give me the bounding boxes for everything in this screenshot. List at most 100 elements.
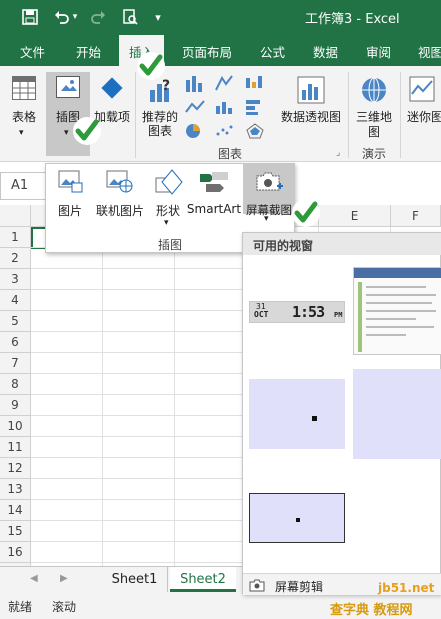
screenshot-dropdown-icon[interactable]: ▾ [264, 214, 269, 224]
window-thumbnail-blank-3[interactable] [249, 493, 345, 543]
window-thumbnail-blank-2[interactable] [353, 369, 441, 459]
table-icon [12, 76, 36, 100]
row-header[interactable]: 15 [0, 521, 31, 542]
name-box[interactable]: A1 [0, 172, 48, 200]
tab-home[interactable]: 开始 [76, 42, 101, 61]
pie-chart-icon[interactable] [184, 122, 206, 140]
pictures-button[interactable]: 图片 [52, 164, 88, 226]
undo-icon[interactable] [52, 7, 72, 27]
tab-page-layout[interactable]: 页面布局 [182, 42, 232, 61]
illustrations-icon [56, 76, 80, 98]
screenshot-button[interactable]: 屏幕截图 [243, 164, 295, 217]
shapes-label: 形状 [155, 204, 180, 218]
status-scroll: 滚动 [52, 600, 77, 614]
window-thumbnail-blank-1[interactable] [249, 379, 345, 449]
group-label-tours: 演示 [362, 147, 387, 161]
clock-date-bottom: OCT [254, 310, 269, 319]
line-chart-icon[interactable] [184, 98, 206, 116]
waterfall-chart-icon[interactable] [244, 74, 266, 92]
window-title: 工作簿3 - Excel [305, 12, 400, 27]
bar-chart-icon[interactable] [244, 98, 266, 116]
table-button[interactable]: 表格 ▾ [6, 72, 42, 142]
sheet-tab-1[interactable]: Sheet1 [102, 567, 168, 592]
shapes-dropdown-icon: ▾ [164, 218, 169, 228]
row-header[interactable]: 14 [0, 500, 31, 521]
globe-icon [360, 76, 388, 104]
watermark-site: jb51.net [378, 581, 435, 595]
print-preview-icon[interactable] [120, 7, 140, 27]
pivot-chart-button[interactable]: 数据透视图 [280, 72, 342, 142]
row-header[interactable]: 5 [0, 311, 31, 332]
tab-file[interactable]: 文件 [20, 42, 45, 61]
undo-dropdown-icon[interactable]: ▾ [70, 7, 80, 27]
row-header[interactable]: 2 [0, 248, 31, 269]
row-header[interactable]: 8 [0, 374, 31, 395]
qat-more-icon[interactable]: ▾ [148, 7, 168, 27]
statistic-chart-icon[interactable] [214, 98, 236, 116]
row-header[interactable]: 11 [0, 437, 31, 458]
sparkline-icon [409, 76, 435, 102]
sheet-tab-2[interactable]: Sheet2 [170, 567, 236, 592]
online-pictures-button[interactable]: 联机图片 [90, 164, 150, 226]
row-header[interactable]: 16 [0, 542, 31, 563]
column-header-e[interactable]: E [319, 205, 391, 227]
online-pictures-label: 联机图片 [95, 204, 144, 218]
ribbon-tabs: 文件 开始 插入 页面布局 公式 数据 审阅 视图 [0, 33, 441, 66]
tab-data[interactable]: 数据 [313, 42, 338, 61]
scroll-right-icon[interactable]: ▶ [60, 573, 68, 584]
row-header[interactable]: 9 [0, 395, 31, 416]
row-header[interactable]: 3 [0, 269, 31, 290]
row-header[interactable]: 10 [0, 416, 31, 437]
window-thumbnail-clock[interactable]: 31 OCT 1:53 PM [249, 301, 345, 323]
watermark-brand: 查字典 教程网 [330, 603, 413, 618]
radar-chart-icon[interactable] [244, 122, 266, 140]
scroll-left-icon[interactable]: ◀ [30, 573, 38, 584]
thumbnail-text-line [366, 326, 434, 328]
sparkline-label: 迷你图 [406, 110, 441, 124]
cursor-dot [312, 416, 317, 421]
save-icon[interactable] [20, 7, 40, 27]
select-all-corner[interactable] [0, 205, 31, 227]
ribbon-insert: 表格 ▾ 插图 ▾ 加载项 ? 推荐的图表 数据透视图 三维地图 迷你图 图表 … [0, 66, 441, 162]
smartart-button[interactable]: SmartArt [186, 164, 242, 226]
row-header[interactable]: 7 [0, 353, 31, 374]
tab-formulas[interactable]: 公式 [260, 42, 285, 61]
row-header[interactable]: 4 [0, 290, 31, 311]
available-windows-header: 可用的视窗 [243, 233, 441, 255]
row-header[interactable]: 6 [0, 332, 31, 353]
redo-icon[interactable] [88, 7, 108, 27]
table-label: 表格 [11, 110, 36, 124]
picture-icon [58, 170, 84, 194]
shapes-icon [154, 168, 184, 198]
svg-text:?: ? [162, 78, 170, 94]
title-bar: ▾ ▾ 工作簿3 - Excel [0, 0, 441, 33]
tab-view[interactable]: 视图 [418, 42, 441, 61]
thumbnail-text-line [366, 294, 436, 296]
tab-review[interactable]: 审阅 [366, 42, 391, 61]
check-mark-icon [137, 52, 165, 80]
column-chart-icon[interactable] [184, 74, 206, 92]
row-header[interactable]: 12 [0, 458, 31, 479]
cursor-dot [296, 518, 300, 522]
window-thumbnail-document[interactable] [353, 267, 441, 355]
column-header-f[interactable]: F [391, 205, 441, 227]
screenshot-label: 屏幕截图 [246, 203, 292, 217]
scatter-chart-icon[interactable] [214, 122, 236, 140]
screenshot-menu: 可用的视窗 31 OCT 1:53 PM 屏幕剪辑 [242, 232, 441, 595]
row-header[interactable]: 13 [0, 479, 31, 500]
hierarchy-chart-icon[interactable] [214, 74, 236, 92]
addins-icon [101, 77, 123, 99]
thumbnail-text-line [366, 310, 436, 312]
map3d-button[interactable]: 三维地图 [352, 72, 396, 142]
pivot-chart-label: 数据透视图 [280, 110, 341, 124]
sparkline-button[interactable]: 迷你图 [403, 72, 441, 142]
shapes-button[interactable]: 形状 ▾ [150, 164, 186, 228]
illustrations-dropdown-icon: ▾ [64, 128, 69, 138]
row-header[interactable]: 1 [0, 227, 31, 248]
status-ready: 就绪 [8, 600, 33, 614]
thumbnail-text-line [366, 286, 426, 288]
recommended-charts-button[interactable]: ? 推荐的图表 [140, 72, 180, 142]
thumbnail-text-line [366, 334, 406, 336]
dialog-launcher-icon[interactable]: ⌟ [336, 148, 340, 158]
excel-window: ▾ ▾ 工作簿3 - Excel 文件 开始 插入 页面布局 公式 数据 审阅 … [0, 0, 441, 619]
